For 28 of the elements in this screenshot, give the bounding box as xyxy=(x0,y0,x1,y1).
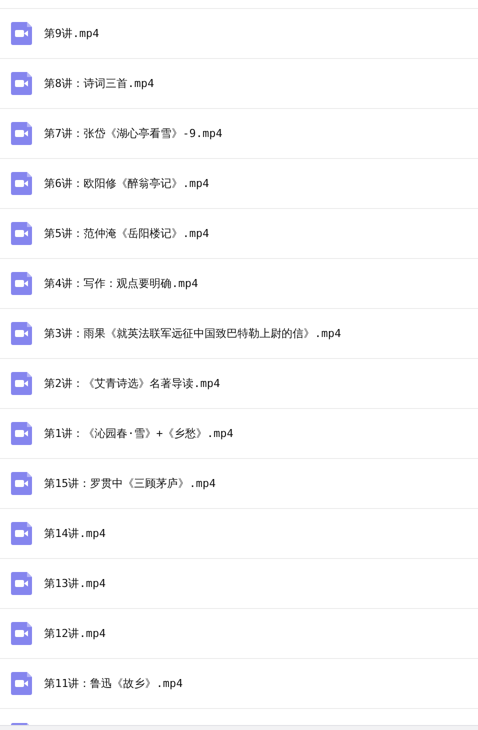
video-file-icon xyxy=(11,422,32,445)
file-name[interactable]: 第3讲：雨果《就英法联军远征中国致巴特勒上尉的信》.mp4 xyxy=(44,326,342,341)
file-name[interactable]: 第6讲：欧阳修《醉翁亭记》.mp4 xyxy=(44,176,210,191)
file-name[interactable]: 第13讲.mp4 xyxy=(44,576,106,591)
file-name[interactable]: 第14讲.mp4 xyxy=(44,526,106,541)
video-file-icon xyxy=(11,222,32,245)
video-file-icon xyxy=(11,522,32,545)
video-file-icon xyxy=(11,372,32,395)
video-file-icon xyxy=(11,472,32,495)
video-file-icon xyxy=(11,172,32,195)
file-name[interactable]: 第12讲.mp4 xyxy=(44,626,106,641)
file-name[interactable]: 第1讲：《沁园春·雪》+《乡愁》.mp4 xyxy=(44,426,234,441)
file-name[interactable]: 第8讲：诗词三首.mp4 xyxy=(44,76,154,91)
video-file-icon xyxy=(11,622,32,645)
video-file-icon xyxy=(11,122,32,145)
video-file-icon xyxy=(11,272,32,295)
video-file-icon xyxy=(11,72,32,95)
file-name[interactable]: 第7讲：张岱《湖心亭看雪》-9.mp4 xyxy=(44,126,222,141)
video-file-icon xyxy=(11,572,32,595)
file-name[interactable]: 第2讲：《艾青诗选》名著导读.mp4 xyxy=(44,376,220,391)
file-name[interactable]: 第11讲：鲁迅《故乡》.mp4 xyxy=(44,676,183,691)
video-file-icon xyxy=(11,22,32,45)
video-file-icon xyxy=(11,672,32,695)
file-name[interactable]: 第15讲：罗贯中《三顾茅庐》.mp4 xyxy=(44,476,216,491)
file-name[interactable]: 第9讲.mp4 xyxy=(44,26,100,41)
file-name[interactable]: 第4讲：写作：观点要明确.mp4 xyxy=(44,276,198,291)
video-file-icon xyxy=(11,322,32,345)
file-name[interactable]: 第5讲：范仲淹《岳阳楼记》.mp4 xyxy=(44,226,210,241)
